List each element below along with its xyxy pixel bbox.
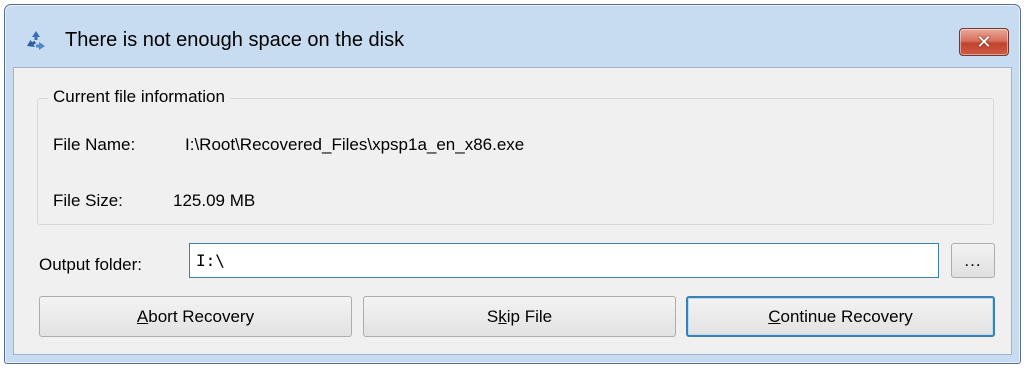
skip-file-button[interactable]: Sk ip File [363,296,676,337]
continue-recovery-button[interactable]: Continue Recovery [686,296,995,337]
file-info-group: Current file information File Name: I:\R… [37,87,994,225]
file-name-value: I:\Root\Recovered_Files\xpsp1a_en_x86.ex… [185,135,525,154]
skip-label-pre: S [486,306,499,326]
dialog-body: Current file information File Name: I:\R… [13,67,1012,355]
output-folder-input[interactable] [189,243,939,278]
skip-label: ip File [506,306,553,326]
output-folder-label: Output folder: [39,255,143,274]
browse-button[interactable]: ... [951,243,995,278]
file-name-label: File Name: [53,135,136,154]
skip-mnemonic: k [498,306,507,326]
abort-mnemonic: A [136,306,149,326]
recycle-icon [27,31,45,50]
file-size-label: File Size: [53,191,123,210]
close-icon: ✕ [976,31,992,53]
continue-mnemonic: C [768,306,781,326]
group-title: Current file information [48,87,230,107]
continue-label: ontinue Recovery [780,306,913,326]
file-name-row: File Name: I:\Root\Recovered_Files\xpsp1… [53,135,524,155]
close-button[interactable]: ✕ [959,28,1009,56]
browse-button-label: ... [964,250,982,270]
file-size-row: File Size: 125.09 MB [53,191,255,211]
abort-recovery-button[interactable]: Abort Recovery [39,296,352,337]
abort-label: bort Recovery [148,306,255,326]
dialog-window: There is not enough space on the disk ✕ … [4,4,1021,364]
title-bar[interactable]: There is not enough space on the disk ✕ [5,5,1020,71]
file-size-value: 125.09 MB [173,191,256,210]
window-title: There is not enough space on the disk [65,29,405,51]
